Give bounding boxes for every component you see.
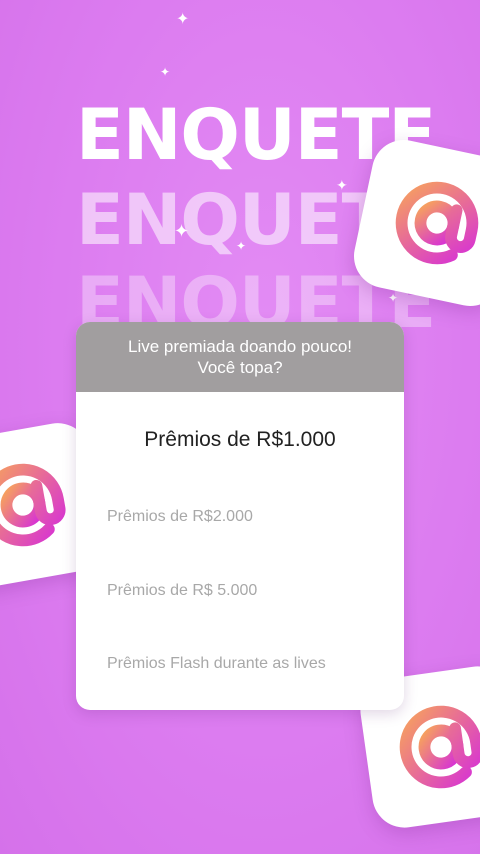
at-sign-icon <box>395 181 479 265</box>
poll-question-line-2: Você topa? <box>197 358 283 377</box>
poll-option-4[interactable]: Prêmios Flash durante as lives <box>107 653 347 675</box>
poll-option-1[interactable]: Prêmios de R$1.000 <box>76 428 404 452</box>
sparkle-icon: ✦ <box>160 65 171 79</box>
poll-option-2[interactable]: Prêmios de R$2.000 <box>107 506 347 528</box>
poll-option-3[interactable]: Prêmios de R$ 5.000 <box>107 580 347 602</box>
sparkle-icon: ✦ <box>176 11 190 28</box>
poll-question: Live premiada doando pouco! Você topa? <box>76 322 404 392</box>
poll-card: Live premiada doando pouco! Você topa? P… <box>76 322 404 710</box>
poll-question-line-1: Live premiada doando pouco! <box>128 337 352 356</box>
